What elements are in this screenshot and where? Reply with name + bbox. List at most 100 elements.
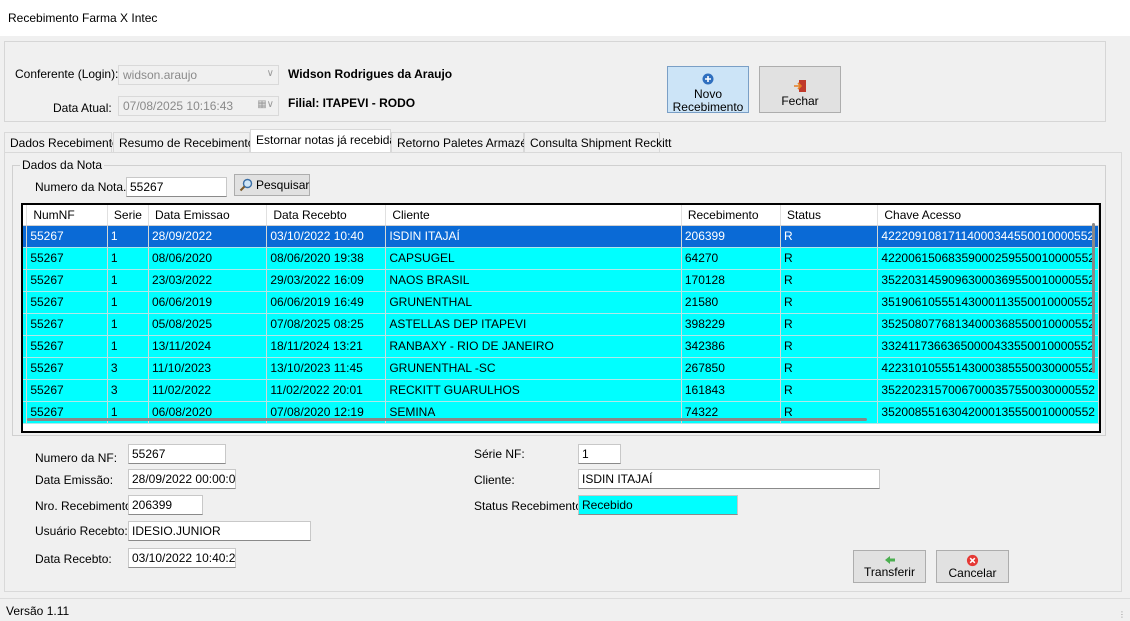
table-cell[interactable]: 1 (107, 335, 149, 358)
table-cell[interactable]: 206399 (681, 225, 782, 248)
table-cell[interactable]: 35200855163042000135550010000552 (877, 401, 1099, 424)
table-cell[interactable]: 55267 (26, 269, 108, 292)
table-cell[interactable]: 21580 (681, 291, 782, 314)
table-row[interactable]: 55267 1 13/11/2024 18/11/2024 13:21 RANBAXY … (23, 335, 1099, 358)
table-cell[interactable]: NAOS BRASIL (385, 269, 682, 292)
table-cell[interactable]: 13/11/2024 (148, 335, 268, 358)
table-cell[interactable]: 55267 (26, 357, 108, 380)
table-cell[interactable]: 07/08/2025 08:25 (266, 313, 387, 336)
serie-nf-field[interactable]: 1 (578, 444, 621, 464)
table-cell[interactable]: 1 (107, 291, 149, 314)
table-cell[interactable]: 55267 (26, 225, 108, 248)
col-data-emissao[interactable]: Data Emissao (148, 205, 268, 226)
transferir-button[interactable]: Transferir (853, 550, 926, 583)
pesquisar-button[interactable]: Pesquisar (234, 174, 310, 196)
table-cell[interactable]: RANBAXY - RIO DE JANEIRO (385, 335, 682, 358)
table-cell[interactable]: R (780, 379, 879, 402)
cliente-field[interactable]: ISDIN ITAJAÍ (578, 469, 880, 489)
table-cell[interactable]: R (780, 335, 879, 358)
table-cell[interactable]: CAPSUGEL (385, 247, 682, 270)
table-cell[interactable]: 23/03/2022 (148, 269, 268, 292)
tab-dados-recebimento[interactable]: Dados Recebimento (4, 132, 119, 152)
resize-grip-icon[interactable]: ⋮ (1118, 610, 1126, 619)
table-cell[interactable]: R (780, 247, 879, 270)
table-cell[interactable]: 35220314590963000369550010000552 (877, 269, 1099, 292)
table-cell[interactable]: 42231010555143000385550030000552 (877, 357, 1099, 380)
data-emissao-field[interactable]: 28/09/2022 00:00:00 (128, 469, 236, 489)
table-cell[interactable]: ISDIN ITAJAÍ (385, 225, 682, 248)
tab-retorno-paletes[interactable]: Retorno Paletes Armazém (391, 132, 537, 152)
nro-recebimento-field[interactable]: 206399 (128, 495, 203, 515)
table-cell[interactable]: 161843 (681, 379, 782, 402)
table-cell[interactable]: 1 (107, 225, 149, 248)
conferente-combo[interactable]: widson.araujo ∨ (118, 65, 279, 85)
table-cell[interactable]: 170128 (681, 269, 782, 292)
col-recebimento[interactable]: Recebimento (681, 205, 782, 226)
table-cell[interactable]: 342386 (681, 335, 782, 358)
col-status[interactable]: Status (780, 205, 879, 226)
table-cell[interactable]: 29/03/2022 16:09 (266, 269, 387, 292)
table-cell[interactable]: 42200615068359000259550010000552 (877, 247, 1099, 270)
table-row[interactable]: 55267 1 23/03/2022 29/03/2022 16:09 NAOS BRA… (23, 269, 1099, 292)
table-cell[interactable]: 06/06/2019 16:49 (266, 291, 387, 314)
table-cell[interactable]: R (780, 225, 879, 248)
table-row[interactable]: 55267 1 08/06/2020 08/06/2020 19:38 CAPSUGEL… (23, 247, 1099, 270)
table-row[interactable]: 55267 1 28/09/2022 03/10/2022 10:40 ISDIN IT… (23, 225, 1099, 248)
tab-consulta-shipment[interactable]: Consulta Shipment Reckitt (524, 132, 671, 152)
table-cell[interactable]: R (780, 291, 879, 314)
numero-nota-input[interactable]: 55267 (126, 177, 227, 197)
tab-estornar-notas[interactable]: Estornar notas já recebidas (250, 129, 402, 152)
table-cell[interactable]: 64270 (681, 247, 782, 270)
table-cell[interactable]: 3 (107, 357, 149, 380)
table-cell[interactable]: 398229 (681, 313, 782, 336)
table-cell[interactable]: 13/10/2023 11:45 (266, 357, 387, 380)
data-atual-picker[interactable]: 07/08/2025 10:16:43 ▦∨ (118, 96, 279, 116)
table-cell[interactable]: RECKITT GUARULHOS (385, 379, 682, 402)
numero-nf-field[interactable]: 55267 (128, 444, 226, 464)
table-cell[interactable]: 11/02/2022 (148, 379, 268, 402)
table-cell[interactable]: 3 (107, 379, 149, 402)
table-cell[interactable]: ASTELLAS DEP ITAPEVI (385, 313, 682, 336)
col-cliente[interactable]: Cliente (385, 205, 682, 226)
table-cell[interactable]: 55267 (26, 313, 108, 336)
table-row[interactable]: 55267 3 11/10/2023 13/10/2023 11:45 GRUNENTH… (23, 357, 1099, 380)
usuario-recebto-field[interactable]: IDESIO.JUNIOR (128, 521, 311, 541)
table-cell[interactable]: 55267 (26, 379, 108, 402)
table-row[interactable]: 55267 1 06/06/2019 06/06/2019 16:49 GRUNENTH… (23, 291, 1099, 314)
table-cell[interactable]: 11/10/2023 (148, 357, 268, 380)
data-recebto-field[interactable]: 03/10/2022 10:40:27 (128, 548, 236, 568)
table-cell[interactable]: 1 (107, 269, 149, 292)
table-cell[interactable]: 35220231570067000357550030000552 (877, 379, 1099, 402)
table-cell[interactable]: R (780, 313, 879, 336)
table-cell[interactable]: 55267 (26, 335, 108, 358)
table-cell[interactable]: 03/10/2022 10:40 (266, 225, 387, 248)
table-cell[interactable]: GRUNENTHAL -SC (385, 357, 682, 380)
table-row[interactable]: 55267 3 11/02/2022 11/02/2022 20:01 RECKITT … (23, 379, 1099, 402)
table-cell[interactable]: GRUNENTHAL (385, 291, 682, 314)
table-cell[interactable]: R (780, 357, 879, 380)
novo-recebimento-button[interactable]: Novo Recebimento (667, 66, 749, 114)
col-numnf[interactable]: NumNF (26, 205, 108, 226)
tab-resumo-recebimentos[interactable]: Resumo de Recebimentos (113, 132, 260, 152)
table-cell[interactable]: 28/09/2022 (148, 225, 268, 248)
table-cell[interactable]: 08/06/2020 (148, 247, 268, 270)
col-chave-acesso[interactable]: Chave Acesso (877, 205, 1099, 226)
status-recebimento-field[interactable]: Recebido (578, 495, 738, 515)
col-data-recebto[interactable]: Data Recebto (266, 205, 387, 226)
table-cell[interactable]: 55267 (26, 291, 108, 314)
notas-grid[interactable]: NumNF Serie Data Emissao Data Recebto Cl… (21, 203, 1101, 433)
table-cell[interactable]: R (780, 269, 879, 292)
table-cell[interactable]: 05/08/2025 (148, 313, 268, 336)
table-row[interactable]: 55267 1 05/08/2025 07/08/2025 08:25 ASTELLAS… (23, 313, 1099, 336)
table-cell[interactable]: 55267 (26, 247, 108, 270)
table-cell[interactable]: 1 (107, 313, 149, 336)
col-serie[interactable]: Serie (107, 205, 149, 226)
table-cell[interactable]: 1 (107, 247, 149, 270)
fechar-button[interactable]: Fechar (759, 66, 841, 113)
grid-horizontal-scrollbar[interactable] (27, 418, 867, 421)
table-cell[interactable]: 08/06/2020 19:38 (266, 247, 387, 270)
table-cell[interactable]: 06/06/2019 (148, 291, 268, 314)
cancelar-button[interactable]: Cancelar (936, 550, 1009, 583)
table-cell[interactable]: 35250807768134000368550010000552 (877, 313, 1099, 336)
table-cell[interactable]: 35190610555143000113550010000552 (877, 291, 1099, 314)
